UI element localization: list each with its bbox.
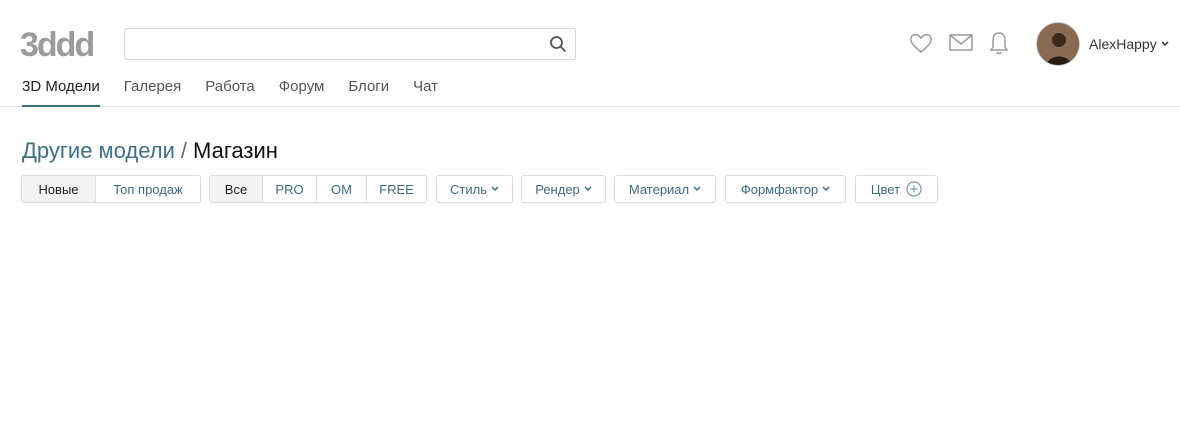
render-label: Рендер <box>535 181 580 197</box>
nav-item-blogs[interactable]: Блоги <box>348 78 389 107</box>
sort-top-sales-button[interactable]: Топ продаж <box>96 176 200 202</box>
page-title: Другие модели / Магазин <box>22 138 278 164</box>
search-icon[interactable] <box>549 35 567 53</box>
formfactor-dropdown[interactable]: Формфактор <box>725 175 846 203</box>
nav-item-work[interactable]: Работа <box>205 78 255 107</box>
formfactor-label: Формфактор <box>740 181 819 197</box>
sort-group: Новые Топ продаж <box>21 175 201 203</box>
license-om-button[interactable]: OM <box>317 176 367 202</box>
render-dropdown-label-wrap: Рендер <box>522 176 605 202</box>
mail-icon[interactable] <box>948 30 974 56</box>
plus-circle-icon <box>906 181 922 197</box>
license-free-button[interactable]: FREE <box>367 176 426 202</box>
style-dropdown[interactable]: Стиль <box>436 175 513 203</box>
user-menu[interactable]: AlexHappy <box>1089 36 1169 52</box>
license-all-button[interactable]: Все <box>210 176 263 202</box>
material-dropdown[interactable]: Материал <box>614 175 716 203</box>
chevron-down-icon <box>584 186 592 192</box>
license-group: Все PRO OM FREE <box>209 175 427 203</box>
breadcrumb-current: Магазин <box>193 138 278 163</box>
chevron-down-icon <box>822 186 830 192</box>
chevron-down-icon <box>693 186 701 192</box>
avatar[interactable] <box>1036 22 1080 66</box>
site-header: 3ddd AlexHappy 3D Модели Галерея Работа … <box>0 0 1180 107</box>
search-input[interactable] <box>133 29 547 61</box>
svg-text:3ddd: 3ddd <box>20 26 93 62</box>
style-label: Стиль <box>450 181 487 197</box>
username: AlexHappy <box>1089 36 1157 52</box>
color-filter-label-wrap: Цвет <box>856 176 937 202</box>
bell-icon[interactable] <box>988 30 1010 56</box>
avatar-image <box>1037 23 1079 65</box>
material-label: Материал <box>628 181 690 197</box>
nav-item-chat[interactable]: Чат <box>413 78 438 107</box>
breadcrumb-parent-link[interactable]: Другие модели <box>22 138 175 163</box>
style-dropdown-label-wrap: Стиль <box>437 176 512 202</box>
color-label: Цвет <box>870 181 901 197</box>
license-pro-button[interactable]: PRO <box>263 176 317 202</box>
breadcrumb-separator: / <box>180 138 188 163</box>
search-box <box>124 28 576 61</box>
material-dropdown-label-wrap: Материал <box>615 176 715 202</box>
chevron-down-icon <box>491 186 499 192</box>
chevron-down-icon <box>1161 41 1169 47</box>
main-nav: 3D Модели Галерея Работа Форум Блоги Чат <box>22 78 462 107</box>
nav-item-gallery[interactable]: Галерея <box>124 78 182 107</box>
nav-item-forum[interactable]: Форум <box>279 78 325 107</box>
color-filter-button[interactable]: Цвет <box>855 175 938 203</box>
sort-new-button[interactable]: Новые <box>22 176 96 202</box>
nav-item-3d-models[interactable]: 3D Модели <box>22 78 100 107</box>
heart-icon[interactable] <box>908 30 934 56</box>
formfactor-dropdown-label-wrap: Формфактор <box>726 176 845 202</box>
render-dropdown[interactable]: Рендер <box>521 175 606 203</box>
site-logo[interactable]: 3ddd <box>20 26 100 62</box>
